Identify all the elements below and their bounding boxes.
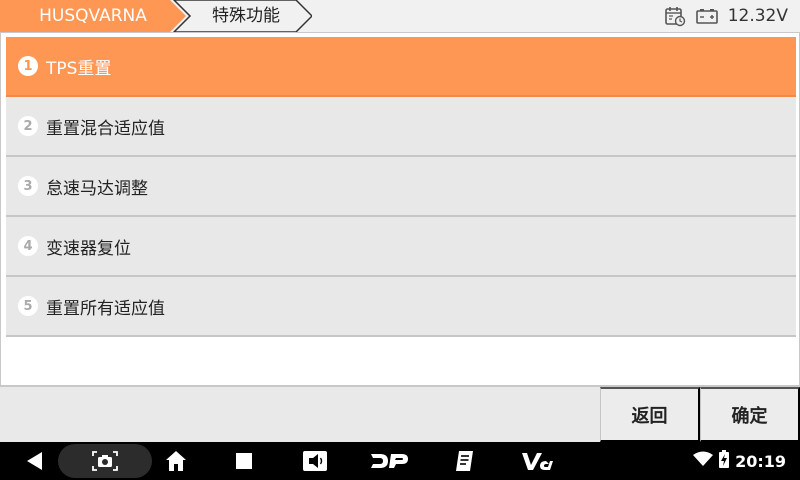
item-number-badge: 4 [18,236,38,256]
battery-icon [695,8,718,24]
item-label: 怠速马达调整 [46,178,148,199]
back-button[interactable]: 返回 [600,387,700,442]
breadcrumb-brand-label: HUSQVARNA [39,6,147,26]
vci-icon[interactable] [518,442,558,480]
wifi-icon [693,451,714,471]
back-icon[interactable] [20,442,50,480]
header-status: 12.32V [664,0,788,32]
action-bar: 返回 确定 [0,386,800,442]
content-panel: 1 TPS重置 2 重置混合适应值 3 怠速马达调整 4 变速器复位 5 重置所… [0,32,800,386]
item-label: TPS重置 [46,58,112,79]
report-icon[interactable] [450,442,480,480]
menu-item-reset-all-adaptations[interactable]: 5 重置所有适应值 [6,277,796,337]
menu-item-idle-motor-adjust[interactable]: 3 怠速马达调整 [6,157,796,217]
item-label: 重置所有适应值 [46,298,165,319]
item-label: 重置混合适应值 [46,118,165,139]
item-number-badge: 3 [18,176,38,196]
home-icon[interactable] [160,442,192,480]
item-number-badge: 1 [18,56,38,76]
confirm-button[interactable]: 确定 [700,387,800,442]
menu-item-tps-reset[interactable]: 1 TPS重置 [6,37,796,97]
breadcrumb-function-label: 特殊功能 [212,6,280,26]
battery-charging-icon [719,450,730,472]
top-header: HUSQVARNA 特殊功能 12.32V [0,0,800,32]
menu-item-transmission-reset[interactable]: 4 变速器复位 [6,217,796,277]
system-nav-bar: 20:19 [0,442,800,480]
volume-icon[interactable] [298,442,332,480]
screenshot-icon[interactable] [88,442,122,480]
clock-time: 20:19 [735,451,786,471]
recents-icon[interactable] [228,442,260,480]
menu-item-reset-mixture-adaptation[interactable]: 2 重置混合适应值 [6,97,796,157]
calendar-clock-icon[interactable] [664,5,686,27]
item-number-badge: 5 [18,296,38,316]
dp-logo-icon[interactable] [366,442,412,480]
item-label: 变速器复位 [46,238,131,259]
system-status: 20:19 [693,442,786,480]
function-menu: 1 TPS重置 2 重置混合适应值 3 怠速马达调整 4 变速器复位 5 重置所… [6,37,796,337]
item-number-badge: 2 [18,116,38,136]
voltage-reading: 12.32V [727,6,788,26]
